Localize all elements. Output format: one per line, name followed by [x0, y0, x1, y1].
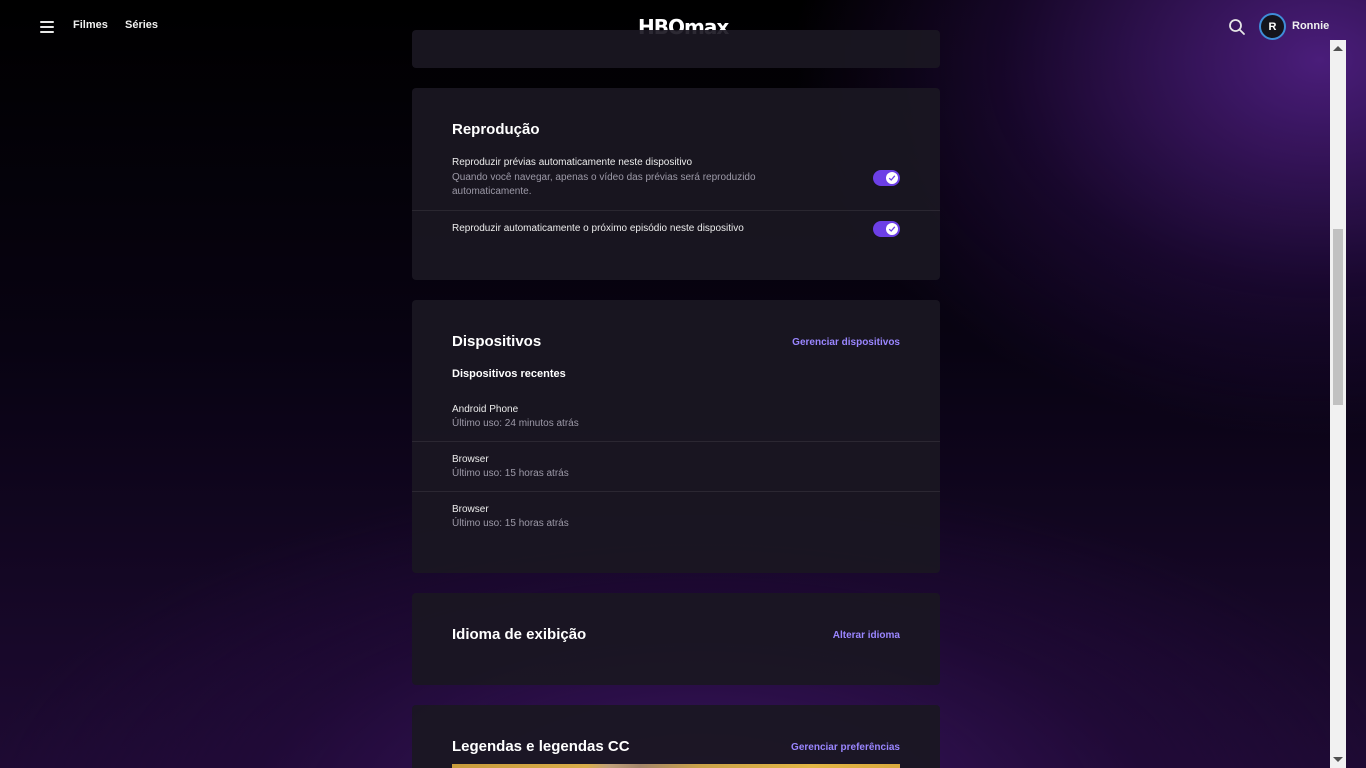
- device-last-used: Último uso: 15 horas atrás: [452, 468, 569, 479]
- row-divider: [412, 441, 940, 442]
- playback-settings-card: Reprodução Reproduzir prévias automatica…: [412, 88, 940, 280]
- autoplay-previews-label: Reproduzir prévias automaticamente neste…: [452, 157, 693, 168]
- manage-preferences-link[interactable]: Gerenciar preferências: [791, 742, 900, 753]
- nav-link-filmes[interactable]: Filmes: [73, 19, 108, 31]
- device-last-used: Último uso: 24 minutos atrás: [452, 418, 579, 429]
- display-language-card: Idioma de exibição Alterar idioma: [412, 593, 940, 685]
- profile-name[interactable]: Ronnie: [1292, 20, 1329, 32]
- autoplay-next-episode-label: Reproduzir automaticamente o próximo epi…: [452, 223, 744, 234]
- display-language-title: Idioma de exibição: [452, 626, 587, 643]
- checkmark-icon: [886, 172, 898, 184]
- subtitle-preview-image: [452, 764, 900, 768]
- device-last-used: Último uso: 15 horas atrás: [452, 518, 569, 529]
- profile-avatar[interactable]: R: [1259, 13, 1286, 40]
- change-language-link[interactable]: Alterar idioma: [833, 630, 900, 641]
- devices-settings-card: Dispositivos Gerenciar dispositivos Disp…: [412, 300, 940, 573]
- autoplay-next-episode-toggle[interactable]: [873, 221, 900, 237]
- playback-section-title: Reprodução: [452, 121, 540, 138]
- scroll-down-arrow-icon[interactable]: [1333, 757, 1343, 762]
- subtitles-section-title: Legendas e legendas CC: [452, 738, 630, 755]
- checkmark-icon: [886, 223, 898, 235]
- manage-devices-link[interactable]: Gerenciar dispositivos: [792, 337, 900, 348]
- subtitles-settings-card: Legendas e legendas CC Gerenciar preferê…: [412, 705, 940, 768]
- row-divider: [412, 210, 940, 211]
- autoplay-previews-description: Quando você navegar, apenas o vídeo das …: [452, 172, 756, 197]
- hamburger-menu-icon[interactable]: [40, 20, 54, 34]
- search-icon[interactable]: [1228, 18, 1246, 36]
- devices-section-title: Dispositivos: [452, 333, 542, 350]
- scroll-up-arrow-icon[interactable]: [1333, 46, 1343, 51]
- device-name: Browser: [452, 454, 489, 465]
- row-divider: [412, 491, 940, 492]
- device-name: Browser: [452, 504, 489, 515]
- nav-link-series[interactable]: Séries: [125, 19, 158, 31]
- autoplay-previews-toggle[interactable]: [873, 170, 900, 186]
- previous-settings-card: [412, 30, 940, 68]
- scrollbar-thumb[interactable]: [1333, 229, 1343, 405]
- device-name: Android Phone: [452, 404, 519, 415]
- recent-devices-heading: Dispositivos recentes: [452, 368, 566, 380]
